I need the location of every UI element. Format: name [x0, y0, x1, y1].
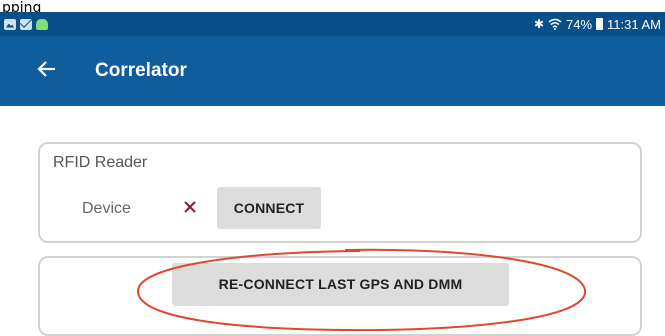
rfid-reader-card: RFID Reader Device CONNECT: [38, 142, 642, 243]
close-icon: [184, 201, 196, 213]
status-right: ✱ 74% 11:31 AM: [534, 17, 661, 32]
status-time: 11:31 AM: [607, 16, 661, 32]
battery-percent: 74%: [566, 16, 593, 32]
connect-button[interactable]: CONNECT: [217, 187, 321, 229]
battery-icon: [596, 18, 604, 30]
page-title: Correlator: [95, 60, 187, 81]
mail-icon: [20, 18, 32, 30]
status-bar: ✱ 74% 11:31 AM: [0, 12, 665, 36]
app-bar: Correlator: [0, 36, 665, 106]
device-label: Device: [82, 200, 131, 217]
gallery-icon: [4, 18, 16, 30]
rfid-reader-title: RFID Reader: [53, 154, 148, 171]
wifi-icon: [548, 18, 562, 30]
android-icon: [36, 18, 48, 30]
reconnect-last-gps-and-dmm-button[interactable]: RE-CONNECT LAST GPS AND DMM: [172, 263, 509, 306]
bluetooth-icon: ✱: [533, 17, 544, 31]
notification-icons: [4, 18, 48, 30]
arrow-back-icon[interactable]: [36, 58, 58, 80]
reconnect-card: RE-CONNECT LAST GPS AND DMM: [38, 256, 642, 336]
